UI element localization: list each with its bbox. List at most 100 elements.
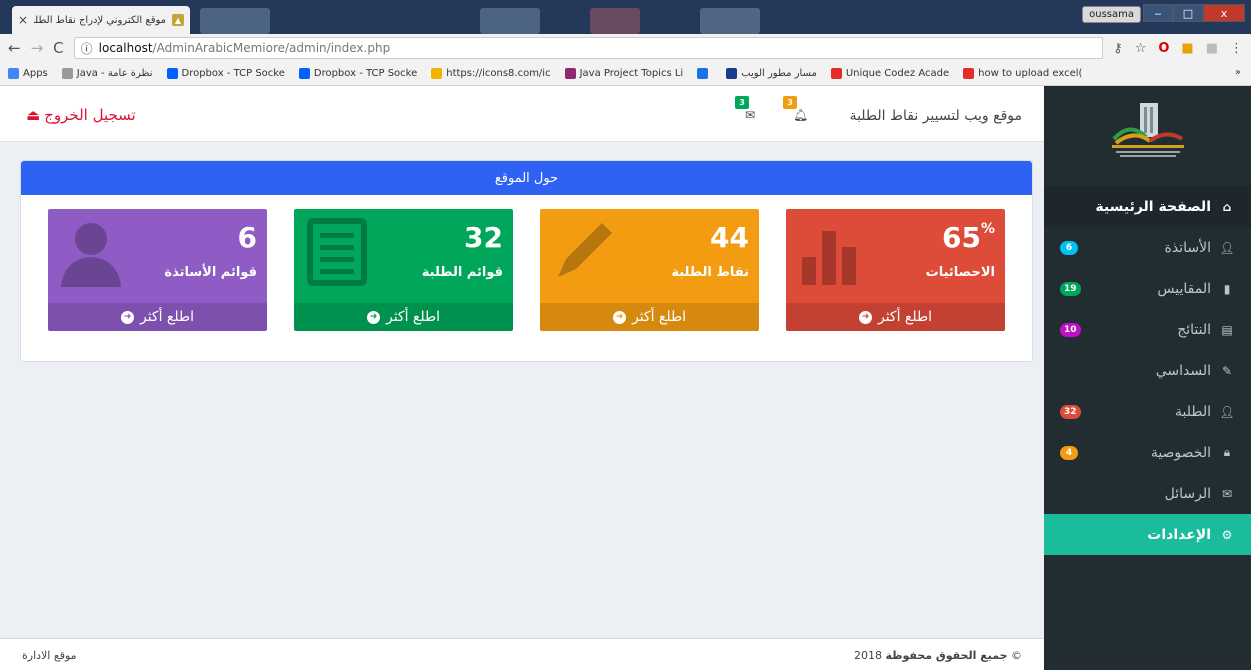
reload-button[interactable]: C bbox=[53, 39, 63, 57]
site-info-icon[interactable]: ⓘ bbox=[81, 40, 93, 57]
more-info-label: اطلع أكثر bbox=[385, 309, 441, 325]
pencil-icon: ✎ bbox=[1221, 363, 1233, 378]
key-icon[interactable]: ⚷ bbox=[1113, 41, 1123, 56]
opera-extension-icon[interactable]: O bbox=[1158, 41, 1169, 56]
blurred-background bbox=[480, 8, 540, 34]
list-icon: ▤ bbox=[1221, 322, 1233, 337]
sidebar-item[interactable]: ▤ النتائج 10 bbox=[1044, 309, 1251, 350]
envelope-icon: ✉ bbox=[745, 108, 756, 122]
sidebar-item-label: المقاييس bbox=[1157, 280, 1211, 297]
bookmark-icon bbox=[697, 68, 709, 79]
bell-icon: 🔔︎ bbox=[793, 108, 809, 122]
stat-label: قوائم الأساتذة bbox=[164, 265, 257, 280]
bookmark-icon bbox=[564, 68, 576, 79]
bookmark-label: Dropbox - TCP Socke bbox=[181, 68, 285, 79]
sidebar-item[interactable]: ✎ السداسي bbox=[1044, 350, 1251, 391]
top-header: ⏏ تسجيل الخروج 3 ✉ 3 🔔︎ موقع ويب لتسيير … bbox=[0, 86, 1044, 142]
logout-icon: ⏏ bbox=[26, 106, 41, 124]
profile-button[interactable]: oussama bbox=[1082, 6, 1141, 23]
close-window-button[interactable]: x bbox=[1203, 4, 1245, 22]
more-info-link[interactable]: اطلع أكثر ➜ bbox=[540, 303, 759, 331]
notifications-button[interactable]: 3 🔔︎ bbox=[783, 96, 813, 126]
sidebar-item[interactable]: ⌂ الصفحة الرئيسية bbox=[1044, 186, 1251, 227]
bookmark-label: Unique Codez Acade bbox=[845, 68, 950, 79]
sidebar-item-label: السداسي bbox=[1155, 362, 1211, 379]
tab-title: موقع الكتروني لإدراج نقاط الطلبة bbox=[34, 14, 166, 26]
more-info-link[interactable]: اطلع أكثر ➜ bbox=[48, 303, 267, 331]
minimize-button[interactable]: ‒ bbox=[1143, 4, 1173, 22]
blurred-background bbox=[700, 8, 760, 34]
count-badge: 19 bbox=[1060, 281, 1081, 296]
sidebar-item-label: الرسائل bbox=[1164, 485, 1211, 502]
favicon-icon: ▲ bbox=[172, 14, 184, 26]
bookmark-item[interactable]: https://icons8.com/ic bbox=[431, 68, 551, 79]
bookmark-icon bbox=[298, 68, 310, 79]
window-controls: ‒ □ x bbox=[1143, 4, 1245, 22]
bookmark-icon bbox=[963, 68, 975, 79]
bookmark-item[interactable]: Java Project Topics Li bbox=[564, 68, 684, 79]
bookmark-icon bbox=[431, 68, 443, 79]
stat-value: 44 bbox=[710, 221, 749, 254]
sidebar-item-label: الخصوصية bbox=[1150, 444, 1211, 461]
more-info-label: اطلع أكثر bbox=[631, 309, 687, 325]
site-title: موقع ويب لتسيير نقاط الطلبة bbox=[849, 108, 1022, 124]
sidebar-item[interactable]: 👤︎ الطلبة 32 bbox=[1044, 391, 1251, 432]
sidebar-item-label: الأساتذة bbox=[1164, 239, 1211, 256]
logout-label: تسجيل الخروج bbox=[44, 106, 136, 124]
user-icon bbox=[61, 223, 121, 287]
list-icon bbox=[307, 218, 367, 286]
tab-close-button[interactable]: × bbox=[18, 13, 28, 27]
sidebar-item[interactable]: ✉ الرسائل bbox=[1044, 473, 1251, 514]
stat-label: نقاط الطلبة bbox=[671, 265, 749, 280]
sidebar-item[interactable]: ⚙ الإعدادات bbox=[1044, 514, 1251, 555]
forward-button[interactable]: → bbox=[31, 39, 44, 57]
footer-admin-label: موقع الادارة bbox=[22, 649, 77, 662]
count-badge: 32 bbox=[1060, 404, 1081, 419]
bookmark-item[interactable]: Dropbox - TCP Socke bbox=[298, 68, 417, 79]
book-icon: ▮ bbox=[1223, 281, 1231, 296]
more-info-link[interactable]: اطلع أكثر ➜ bbox=[294, 303, 513, 331]
sidebar-item[interactable]: ▮ المقاييس 19 bbox=[1044, 268, 1251, 309]
arrow-circle-icon: ➜ bbox=[366, 310, 380, 324]
bookmark-item[interactable]: Java - نظرة عامة bbox=[61, 68, 153, 79]
bookmark-item[interactable]: مسار مطور الويب bbox=[726, 68, 817, 79]
sidebar-item[interactable]: 👤︎ الأساتذة 6 bbox=[1044, 227, 1251, 268]
messages-button[interactable]: 3 ✉ bbox=[735, 96, 765, 126]
bookmark-item[interactable]: Dropbox - TCP Socke bbox=[166, 68, 285, 79]
url-host: localhost bbox=[98, 41, 153, 55]
menu-icon[interactable]: ⋮ bbox=[1230, 41, 1243, 56]
sidebar-item[interactable]: 🔒︎ الخصوصية 4 bbox=[1044, 432, 1251, 473]
bookmarks-bar: Apps Java - نظرة عامة Dropbox - TCP Socke D… bbox=[0, 62, 1251, 86]
star-icon[interactable]: ☆ bbox=[1135, 41, 1147, 56]
maximize-button[interactable]: □ bbox=[1173, 4, 1203, 22]
bookmark-item[interactable] bbox=[697, 68, 712, 79]
bookmark-label: https://icons8.com/ic bbox=[446, 68, 551, 79]
extension-icon[interactable]: ■ bbox=[1206, 41, 1218, 56]
url-input[interactable]: ⓘ localhost/AdminArabicMemiore/admin/ind… bbox=[73, 37, 1104, 59]
address-bar-row: ← → C ⓘ localhost/AdminArabicMemiore/adm… bbox=[0, 34, 1251, 62]
stat-card: 44 نقاط الطلبة اطلع أكثر ➜ bbox=[540, 209, 759, 331]
panel-title: حول الموقع bbox=[21, 161, 1032, 195]
bookmark-item[interactable]: Apps bbox=[8, 68, 48, 79]
footer-copyright: جميع الحقوق محفوظة 2018 © bbox=[854, 649, 1022, 662]
footer: موقع الادارة جميع الحقوق محفوظة 2018 © bbox=[0, 638, 1044, 670]
url-path: /AdminArabicMemiore/admin/index.php bbox=[152, 41, 391, 55]
apps-icon bbox=[8, 68, 19, 79]
browser-tab[interactable]: × موقع الكتروني لإدراج نقاط الطلبة ▲ bbox=[12, 6, 190, 34]
stat-card: 6 قوائم الأساتذة اطلع أكثر ➜ bbox=[48, 209, 267, 331]
logout-link[interactable]: ⏏ تسجيل الخروج bbox=[26, 106, 136, 124]
arrow-circle-icon: ➜ bbox=[612, 310, 626, 324]
more-info-label: اطلع أكثر bbox=[139, 309, 195, 325]
bookmark-item[interactable]: Unique Codez Acade bbox=[830, 68, 950, 79]
extension-icon[interactable]: ■ bbox=[1181, 41, 1193, 56]
arrow-circle-icon: ➜ bbox=[858, 310, 872, 324]
bookmark-icon bbox=[830, 68, 842, 79]
bookmarks-overflow-button[interactable]: » bbox=[1235, 67, 1241, 78]
bookmark-label: Java Project Topics Li bbox=[579, 68, 684, 79]
more-info-link[interactable]: اطلع أكثر ➜ bbox=[786, 303, 1005, 331]
about-panel: حول الموقع 6 قوائم الأساتذة اطلع أكثر ➜ 32 قو… bbox=[20, 160, 1033, 362]
bookmark-item[interactable]: how to upload excel( bbox=[963, 68, 1082, 79]
stat-card: 65% الاحصائيات اطلع أكثر ➜ bbox=[786, 209, 1005, 331]
back-button[interactable]: ← bbox=[8, 39, 21, 57]
gear-icon: ⚙ bbox=[1221, 527, 1233, 542]
